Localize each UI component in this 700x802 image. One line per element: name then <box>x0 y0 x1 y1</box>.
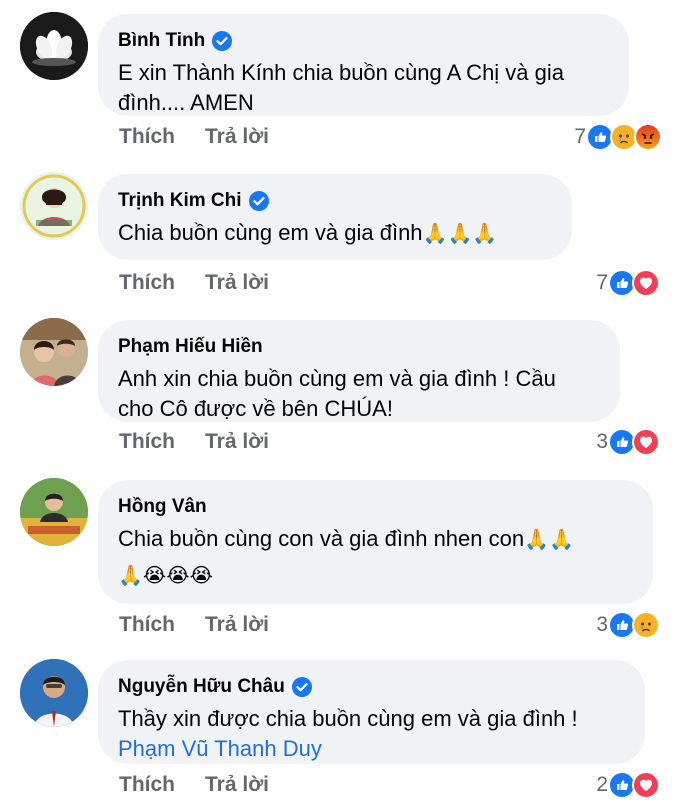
angry-icon <box>634 123 662 151</box>
like-button[interactable]: Thích <box>119 613 175 637</box>
avatar[interactable] <box>20 478 88 546</box>
love-icon <box>632 269 660 297</box>
like-button[interactable]: Thích <box>119 271 175 295</box>
commenter-name[interactable]: Hồng Vân <box>118 496 207 518</box>
comment-text: Thầy xin được chia buồn cùng em và gia đ… <box>118 704 625 764</box>
pray-emoji: 🙏🙏 <box>524 527 574 551</box>
like-button[interactable]: Thích <box>119 430 175 454</box>
reaction-count: 2 <box>596 773 608 796</box>
verified-badge-icon <box>248 191 269 211</box>
reaction-count: 7 <box>596 271 608 294</box>
like-button[interactable]: Thích <box>119 773 175 797</box>
verified-badge-icon <box>212 31 233 51</box>
commenter-name[interactable]: Trịnh Kim Chi <box>118 190 242 212</box>
comment-text: Anh xin chia buồn cùng em và gia đình ! … <box>118 366 556 421</box>
emoji-line: 🙏😭😭😭 <box>118 563 214 587</box>
avatar[interactable] <box>20 172 88 240</box>
love-icon <box>632 428 660 456</box>
avatar[interactable] <box>20 12 88 80</box>
profile-photo-image <box>20 172 88 240</box>
verified-badge-icon <box>291 677 312 697</box>
reaction-summary[interactable]: 7 <box>574 122 662 152</box>
reaction-count: 3 <box>596 430 608 453</box>
reaction-summary[interactable]: 3 <box>596 427 660 457</box>
reply-button[interactable]: Trả lời <box>205 773 269 797</box>
profile-photo-image <box>20 659 88 727</box>
reply-button[interactable]: Trả lời <box>205 430 269 454</box>
pray-emoji: 🙏🙏🙏 <box>422 221 498 245</box>
lotus-avatar-image <box>20 12 88 80</box>
commenter-name[interactable]: Phạm Hiếu Hiền <box>118 336 263 358</box>
comment-bubble: Hồng Vân Chia buồn cùng con và gia đình … <box>98 480 653 604</box>
comment-bubble: Phạm Hiếu Hiền Anh xin chia buồn cùng em… <box>98 320 620 422</box>
comment-bubble: Nguyễn Hữu Châu Thầy xin được chia buồn … <box>98 660 645 764</box>
reaction-summary[interactable]: 2 <box>596 770 660 800</box>
comment-bubble: Trịnh Kim Chi Chia buồn cùng em và gia đ… <box>98 174 572 260</box>
sad-icon <box>632 611 660 639</box>
avatar[interactable] <box>20 659 88 727</box>
reaction-count: 7 <box>574 125 586 148</box>
comment-text: Chia buồn cùng em và gia đình🙏🙏🙏 <box>118 220 498 245</box>
reply-button[interactable]: Trả lời <box>205 125 269 149</box>
comment-text: E xin Thành Kính chia buồn cùng A Chị và… <box>118 60 565 115</box>
profile-photo-image <box>20 318 88 386</box>
love-icon <box>632 771 660 799</box>
mention-link[interactable]: Phạm Vũ Thanh Duy <box>118 734 625 764</box>
profile-photo-image <box>20 478 88 546</box>
reaction-summary[interactable]: 7 <box>596 268 660 298</box>
reaction-count: 3 <box>596 613 608 636</box>
like-button[interactable]: Thích <box>119 125 175 149</box>
reaction-summary[interactable]: 3 <box>596 610 660 640</box>
comment-text: Chia buồn cùng con và gia đình nhen con🙏… <box>118 524 633 590</box>
commenter-name[interactable]: Nguyễn Hữu Châu <box>118 676 285 698</box>
comment-bubble: Bình Tinh E xin Thành Kính chia buồn cùn… <box>98 14 629 116</box>
reply-button[interactable]: Trả lời <box>205 613 269 637</box>
commenter-name[interactable]: Bình Tinh <box>118 30 205 52</box>
avatar[interactable] <box>20 318 88 386</box>
reply-button[interactable]: Trả lời <box>205 271 269 295</box>
